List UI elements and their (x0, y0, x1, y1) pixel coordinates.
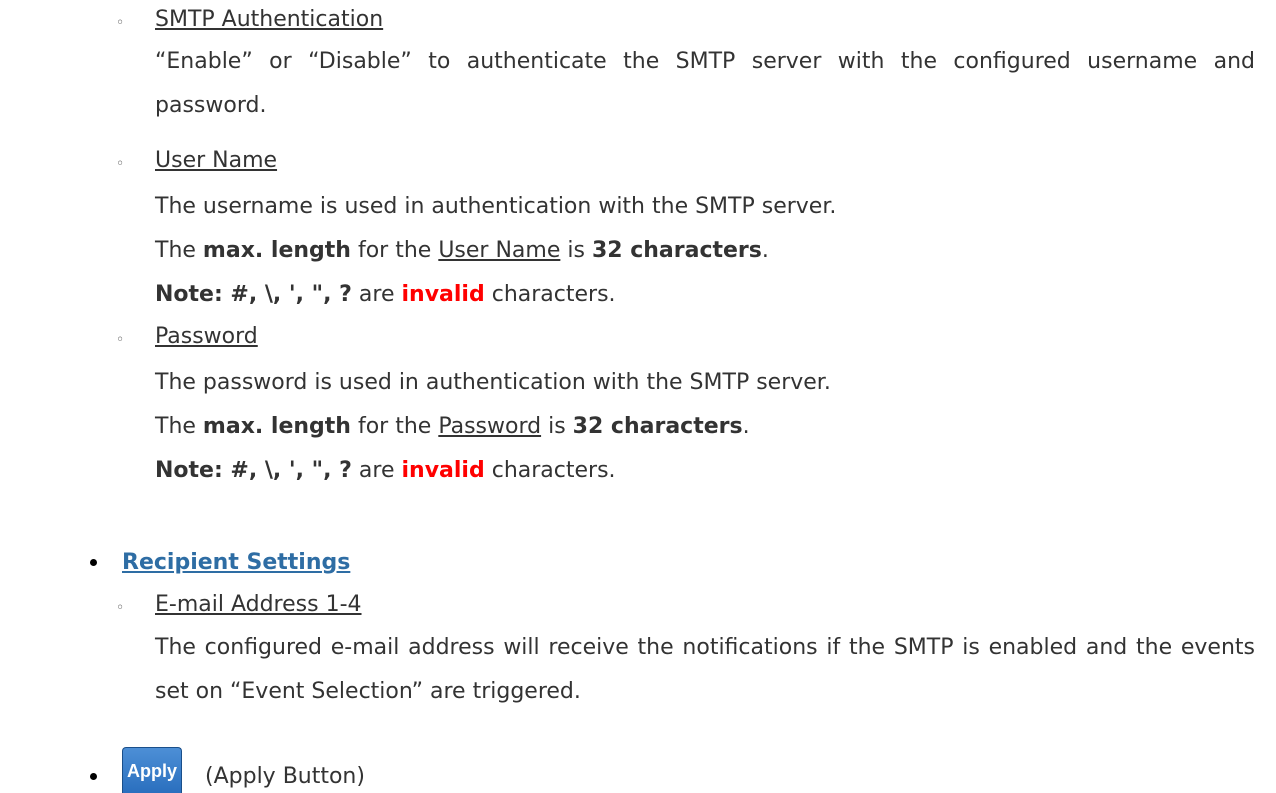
max-length-label: max. length (202, 414, 351, 439)
note-invalid: invalid (401, 282, 485, 307)
max-is: is (548, 414, 566, 439)
bullet-icon (90, 559, 97, 566)
password-desc: The password is used in authentication w… (155, 370, 831, 395)
user-name-title: User Name (155, 148, 278, 173)
max-length-label: max. length (202, 238, 351, 263)
note-suffix: characters. (491, 282, 616, 307)
user-name-desc: The username is used in authentication w… (155, 194, 837, 219)
note-suffix: characters. (491, 458, 616, 483)
max-mid: for the (357, 414, 432, 439)
sub-bullet-icon: ◦ (116, 600, 125, 616)
max-field: Password (438, 414, 542, 439)
smtp-auth-title: SMTP Authentication (155, 7, 384, 32)
apply-button-caption: (Apply Button) (205, 764, 365, 789)
sub-bullet-icon: ◦ (116, 156, 125, 172)
max-is: is (567, 238, 585, 263)
user-name-max-length: The max. length for the User Name is 32 … (155, 236, 769, 266)
password-note: Note: #, \, ', ", ? are invalid characte… (155, 456, 616, 486)
email-address-title: E-mail Address 1-4 (155, 592, 362, 617)
email-address-desc: The configured e-mail address will recei… (155, 635, 1255, 704)
max-period: . (742, 414, 750, 439)
password-max-length: The max. length for the Password is 32 c… (155, 412, 750, 442)
max-value: 32 characters (572, 414, 743, 439)
max-field: User Name (438, 238, 561, 263)
note-label: Note: #, \, ', ", ? (155, 282, 352, 307)
apply-button[interactable]: Apply (122, 747, 182, 793)
sub-bullet-icon: ◦ (116, 332, 125, 348)
recipient-settings-link[interactable]: Recipient Settings (122, 548, 350, 578)
bullet-icon (90, 773, 97, 780)
note-are: are (358, 282, 395, 307)
max-prefix: The (155, 414, 196, 439)
sub-bullet-icon: ◦ (116, 15, 125, 31)
note-label: Note: #, \, ', ", ? (155, 458, 352, 483)
smtp-auth-desc: “Enable” or “Disable” to authenticate th… (155, 49, 1255, 118)
max-mid: for the (357, 238, 432, 263)
user-name-note: Note: #, \, ', ", ? are invalid characte… (155, 280, 616, 310)
max-prefix: The (155, 238, 196, 263)
note-are: are (358, 458, 395, 483)
note-invalid: invalid (401, 458, 485, 483)
max-period: . (761, 238, 769, 263)
password-title: Password (155, 324, 258, 349)
max-value: 32 characters (591, 238, 762, 263)
